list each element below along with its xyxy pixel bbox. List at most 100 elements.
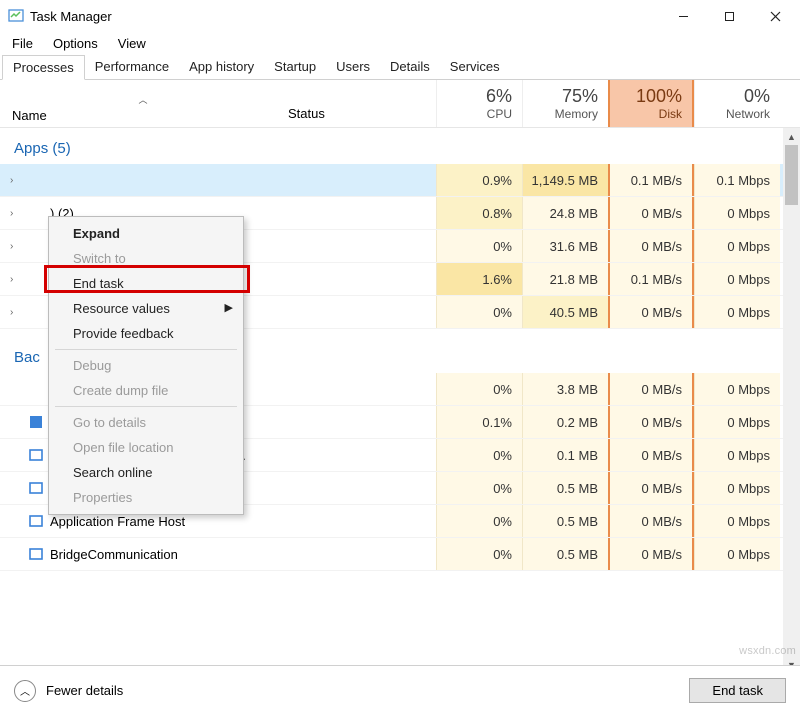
app-icon — [28, 414, 44, 430]
cell-network: 0 Mbps — [694, 538, 780, 570]
tab-performance[interactable]: Performance — [85, 55, 179, 79]
column-disk[interactable]: 100% Disk — [608, 80, 694, 127]
cell-memory: 21.8 MB — [522, 263, 608, 295]
cell-cpu: 0.1% — [436, 406, 522, 438]
vertical-scrollbar[interactable]: ▲ ▼ — [783, 128, 800, 673]
cell-cpu: 0% — [436, 538, 522, 570]
app-icon — [28, 381, 44, 397]
column-memory[interactable]: 75% Memory — [522, 80, 608, 127]
cell-disk: 0 MB/s — [608, 406, 694, 438]
app-icon — [28, 447, 44, 463]
cpu-label: CPU — [441, 107, 512, 121]
menu-view[interactable]: View — [110, 34, 154, 53]
cell-cpu: 0% — [436, 439, 522, 471]
tab-services[interactable]: Services — [440, 55, 510, 79]
context-provide-feedback[interactable]: Provide feedback — [51, 321, 241, 346]
app-icon — [28, 271, 44, 287]
cell-cpu: 0.8% — [436, 197, 522, 229]
process-name: Application Frame Host — [50, 514, 185, 529]
cell-memory: 40.5 MB — [522, 296, 608, 328]
minimize-button[interactable] — [660, 1, 706, 31]
context-properties: Properties — [51, 485, 241, 510]
tab-users[interactable]: Users — [326, 55, 380, 79]
cell-memory: 0.1 MB — [522, 439, 608, 471]
chevron-right-icon[interactable]: › — [10, 274, 22, 285]
chevron-right-icon[interactable]: › — [10, 208, 22, 219]
context-end-task[interactable]: End task — [51, 271, 241, 296]
menu-file[interactable]: File — [4, 34, 41, 53]
tab-app-history[interactable]: App history — [179, 55, 264, 79]
column-headers: ︿ Name Status 6% CPU 75% Memory 100% Dis… — [0, 80, 800, 128]
separator — [55, 349, 237, 350]
scroll-up-icon[interactable]: ▲ — [783, 128, 800, 145]
chevron-right-icon[interactable]: › — [10, 175, 22, 186]
cell-memory: 0.5 MB — [522, 472, 608, 504]
fewer-details-link[interactable]: Fewer details — [46, 683, 123, 698]
tab-strip: Processes Performance App history Startu… — [0, 55, 800, 80]
cell-network: 0 Mbps — [694, 197, 780, 229]
column-name[interactable]: ︿ Name — [0, 80, 284, 127]
maximize-button[interactable] — [706, 1, 752, 31]
end-task-button[interactable]: End task — [689, 678, 786, 703]
column-name-label: Name — [12, 108, 274, 123]
cell-memory: 0.5 MB — [522, 538, 608, 570]
chevron-up-icon[interactable]: ︿ — [14, 680, 36, 702]
watermark-text: wsxdn.com — [739, 645, 796, 657]
menu-options[interactable]: Options — [45, 34, 106, 53]
disk-percent: 100% — [614, 86, 682, 107]
context-expand[interactable]: Expand — [51, 221, 241, 246]
cell-disk: 0 MB/s — [608, 505, 694, 537]
cell-cpu: 0% — [436, 472, 522, 504]
group-apps[interactable]: Apps (5) — [0, 128, 800, 164]
cell-network: 0 Mbps — [694, 472, 780, 504]
chevron-right-icon[interactable]: › — [10, 307, 22, 318]
table-row[interactable]: › 0.9% 1,149.5 MB 0.1 MB/s 0.1 Mbps — [0, 164, 800, 197]
cell-disk: 0 MB/s — [608, 296, 694, 328]
submenu-arrow-icon: ▶ — [225, 301, 233, 314]
cell-disk: 0 MB/s — [608, 472, 694, 504]
context-open-location: Open file location — [51, 435, 241, 460]
close-button[interactable] — [752, 1, 798, 31]
disk-label: Disk — [614, 107, 682, 121]
title-bar: Task Manager — [0, 0, 800, 32]
scroll-thumb[interactable] — [785, 145, 798, 205]
cell-network: 0 Mbps — [694, 439, 780, 471]
cell-network: 0 Mbps — [694, 373, 780, 405]
context-go-details: Go to details — [51, 410, 241, 435]
column-status[interactable]: Status — [284, 80, 436, 127]
network-label: Network — [699, 107, 770, 121]
column-network[interactable]: 0% Network — [694, 80, 780, 127]
task-manager-icon — [8, 8, 24, 24]
cell-cpu: 0% — [436, 505, 522, 537]
cell-cpu: 0% — [436, 296, 522, 328]
cell-disk: 0 MB/s — [608, 373, 694, 405]
table-row[interactable]: BridgeCommunication 0% 0.5 MB 0 MB/s 0 M… — [0, 538, 800, 571]
cell-disk: 0 MB/s — [608, 538, 694, 570]
tab-startup[interactable]: Startup — [264, 55, 326, 79]
cell-cpu: 1.6% — [436, 263, 522, 295]
cell-disk: 0.1 MB/s — [608, 263, 694, 295]
cell-network: 0 Mbps — [694, 263, 780, 295]
app-icon — [28, 513, 44, 529]
column-cpu[interactable]: 6% CPU — [436, 80, 522, 127]
cell-network: 0 Mbps — [694, 406, 780, 438]
cell-cpu: 0% — [436, 230, 522, 262]
context-debug: Debug — [51, 353, 241, 378]
tab-details[interactable]: Details — [380, 55, 440, 79]
cell-network: 0.1 Mbps — [694, 164, 780, 196]
cell-memory: 24.8 MB — [522, 197, 608, 229]
sort-caret-icon: ︿ — [12, 93, 274, 106]
context-search-online[interactable]: Search online — [51, 460, 241, 485]
memory-label: Memory — [527, 107, 598, 121]
tab-processes[interactable]: Processes — [2, 55, 85, 80]
window-title: Task Manager — [30, 9, 112, 24]
cell-disk: 0 MB/s — [608, 230, 694, 262]
context-resource-values[interactable]: Resource values▶ — [51, 296, 241, 321]
cell-memory: 1,149.5 MB — [522, 164, 608, 196]
chevron-right-icon[interactable]: › — [10, 241, 22, 252]
cell-disk: 0 MB/s — [608, 197, 694, 229]
cell-cpu: 0% — [436, 373, 522, 405]
cell-network: 0 Mbps — [694, 296, 780, 328]
process-name: BridgeCommunication — [50, 547, 178, 562]
footer-bar: ︿ Fewer details End task — [0, 665, 800, 715]
